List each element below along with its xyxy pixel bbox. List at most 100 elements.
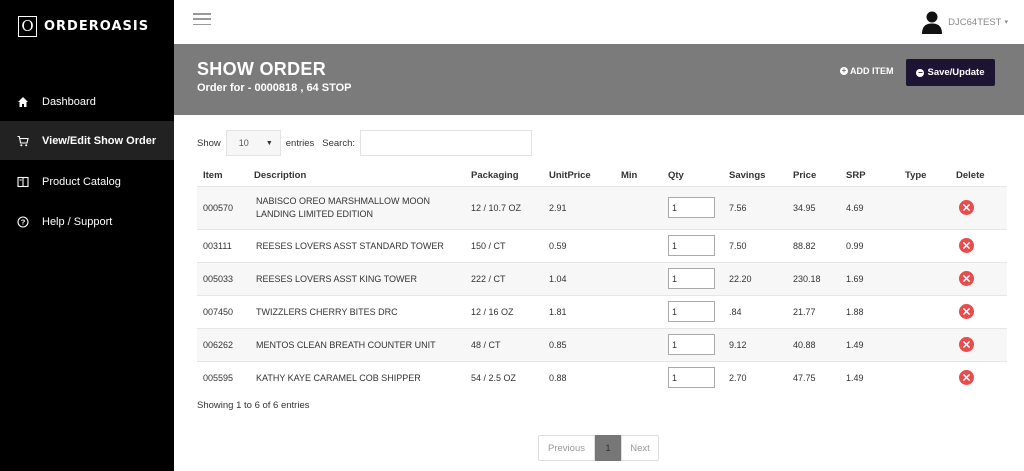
description-line-1: REESES LOVERS ASST KING TOWER (256, 273, 418, 284)
table-row: 003111 REESES LOVERS ASST STANDARD TOWER 1… (197, 228, 1007, 262)
col-header-savings[interactable]: Savings (723, 166, 787, 186)
search-input[interactable] (360, 130, 533, 156)
sidebar-item-label: View/Edit Show Order (42, 134, 157, 147)
cell-description: REESES LOVERS ASST STANDARD TOWER (248, 228, 465, 262)
description-line-1: MENTOS CLEAN BREATH COUNTER UNIT (256, 339, 436, 350)
sidebar-item-label: Dashboard (42, 95, 96, 108)
sidebar-item-help-support[interactable]: ? Help / Support (0, 202, 174, 241)
cell-item: 003111 (197, 228, 248, 262)
cell-packaging: 222 / CT (465, 261, 543, 295)
table-row: 007450 TWIZZLERS CHERRY BITES DRC 12 / 16 … (197, 294, 1007, 328)
cell-unitprice: 2.91 (543, 185, 615, 229)
app-name: ORDEROASIS (44, 19, 150, 34)
cell-type (899, 360, 950, 394)
col-header-packaging[interactable]: Packaging (465, 166, 543, 186)
cell-description: KATHY KAYE CARAMEL COB SHIPPER (248, 360, 465, 394)
table-controls: Show 10 ▼ entries Search: (197, 130, 533, 156)
cell-item: 006262 (197, 327, 248, 361)
sidebar-item-view-edit-show-order[interactable]: View/Edit Show Order (0, 121, 174, 160)
next-page-button[interactable]: Next (621, 435, 659, 461)
delete-icon[interactable] (959, 304, 974, 319)
page-1-button[interactable]: 1 (595, 435, 621, 461)
cell-qty: 1 (662, 327, 723, 361)
qty-input[interactable]: 1 (668, 301, 715, 322)
cell-srp: 4.69 (840, 185, 899, 229)
cell-description: MENTOS CLEAN BREATH COUNTER UNIT (248, 327, 465, 361)
user-avatar-icon (922, 11, 943, 34)
col-header-price[interactable]: Price (787, 166, 840, 186)
qty-input[interactable]: 1 (668, 268, 715, 289)
table-row: 006262 MENTOS CLEAN BREATH COUNTER UNIT 48… (197, 327, 1007, 361)
cell-type (899, 228, 950, 262)
add-item-button[interactable]: + ADD ITEM (840, 66, 894, 76)
delete-icon[interactable] (959, 370, 974, 386)
cell-qty: 1 (662, 360, 723, 394)
add-item-label: ADD ITEM (850, 66, 894, 76)
user-name: DJC64TEST (948, 16, 1002, 28)
cell-srp: 1.49 (840, 360, 899, 394)
cell-delete (950, 185, 1007, 229)
search-label: Search: (322, 137, 356, 149)
cell-packaging: 54 / 2.5 OZ (465, 360, 543, 394)
cell-price: 34.95 (787, 185, 840, 229)
question-circle-icon: ? (0, 215, 42, 228)
cell-srp: 1.88 (840, 294, 899, 328)
cell-min (615, 185, 662, 229)
page-length-select[interactable]: 10 ▼ (225, 130, 281, 156)
cell-unitprice: 0.88 (543, 360, 615, 394)
cell-type (899, 185, 950, 229)
cell-savings: 22.20 (723, 261, 787, 295)
cell-unitprice: 0.85 (543, 327, 615, 361)
sidebar-item-product-catalog[interactable]: Product Catalog (0, 162, 174, 201)
page-header: SHOW ORDER Order for - 0000818 , 64 STOP… (174, 44, 1024, 115)
sidebar-item-label: Product Catalog (42, 175, 121, 188)
cell-price: 47.75 (787, 360, 840, 394)
pagination: Previous 1 Next (538, 435, 659, 461)
col-header-unitprice[interactable]: UnitPrice (543, 166, 615, 186)
qty-input[interactable]: 1 (668, 334, 715, 355)
cell-min (615, 228, 662, 262)
cell-savings: 2.70 (723, 360, 787, 394)
delete-icon[interactable] (959, 271, 974, 286)
cell-srp: 1.69 (840, 261, 899, 295)
cell-min (615, 294, 662, 328)
cell-savings: 7.56 (723, 185, 787, 229)
qty-input[interactable]: 1 (668, 367, 715, 389)
chevron-down-icon: ▾ (1004, 19, 1008, 26)
sidebar-item-dashboard[interactable]: Dashboard (0, 82, 174, 121)
col-header-srp[interactable]: SRP (840, 166, 899, 186)
plus-circle-icon: + (840, 66, 848, 75)
previous-page-button[interactable]: Previous (538, 435, 595, 461)
cell-packaging: 150 / CT (465, 228, 543, 262)
cell-min (615, 327, 662, 361)
cell-price: 21.77 (787, 294, 840, 328)
col-header-delete[interactable]: Delete (950, 166, 1007, 186)
cell-packaging: 12 / 16 OZ (465, 294, 543, 328)
col-header-qty[interactable]: Qty (662, 166, 723, 186)
menu-toggle-icon[interactable] (193, 13, 211, 25)
col-header-type[interactable]: Type (899, 166, 950, 186)
col-header-item[interactable]: Item (197, 166, 248, 186)
cell-price: 88.82 (787, 228, 840, 262)
chevron-down-icon: ▼ (265, 139, 273, 147)
show-label: Show (197, 137, 221, 149)
delete-icon[interactable] (959, 200, 974, 215)
cell-srp: 1.49 (840, 327, 899, 361)
cell-item: 007450 (197, 294, 248, 328)
cell-item: 005595 (197, 360, 248, 394)
save-update-button[interactable]: − Save/Update (906, 59, 995, 86)
cell-item: 000570 (197, 185, 248, 229)
cell-description: TWIZZLERS CHERRY BITES DRC (248, 294, 465, 328)
delete-icon[interactable] (959, 238, 974, 253)
user-menu[interactable]: DJC64TEST ▾ (921, 10, 1008, 34)
page-title: SHOW ORDER (197, 59, 326, 79)
delete-icon[interactable] (959, 337, 974, 352)
cell-min (615, 261, 662, 295)
home-icon (0, 96, 42, 108)
app-logo[interactable]: O ORDEROASIS (18, 16, 149, 37)
col-header-description[interactable]: Description (248, 166, 465, 186)
qty-input[interactable]: 1 (668, 197, 715, 218)
col-header-min[interactable]: Min (615, 166, 662, 186)
minus-circle-icon: − (916, 67, 925, 77)
qty-input[interactable]: 1 (668, 235, 715, 256)
